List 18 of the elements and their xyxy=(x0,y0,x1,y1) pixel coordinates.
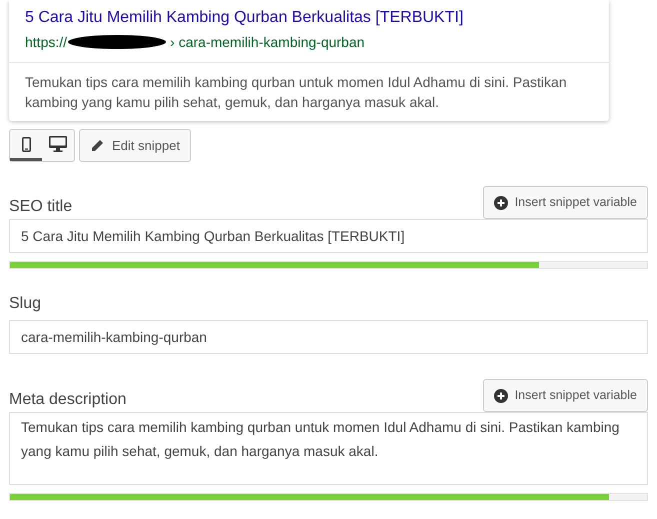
preview-url-path: › cara-memilih-kambing-qurban xyxy=(170,33,365,52)
field-label: Meta description xyxy=(9,390,126,410)
field-label: Slug xyxy=(9,294,42,314)
plus-circle-icon xyxy=(494,196,508,210)
text-field[interactable]: cara-memilih-kambing-qurban xyxy=(9,320,648,354)
field-label: SEO title xyxy=(9,197,72,217)
text-field[interactable]: 5 Cara Jitu Memilih Kambing Qurban Berkualitas [TERBUKTI] xyxy=(9,219,648,253)
smartphone-icon xyxy=(22,136,30,152)
insert-variable-button[interactable]: Insert snippet variable xyxy=(482,379,648,412)
plus-circle-icon xyxy=(494,388,508,402)
preview-title[interactable]: 5 Cara Jitu Memilih Kambing Qurban Berkualitas [TERBUKTI] xyxy=(25,8,593,28)
preview-description: Temukan tips cara memilih kambing qurban untuk momen Idul Adhamu di sini. Pastikan kambing yang kamu pilih sehat, gemuk, dan harganya masuk akal. xyxy=(24,73,568,112)
meta-description-field[interactable]: Temukan tips cara memilih kambing qurban untuk momen Idul Adhamu di sini. Pastikan kambing yang kamu pilih sehat, gemuk, dan harganya masuk akal. xyxy=(9,412,648,485)
insert-variable-button[interactable]: Insert snippet variable xyxy=(482,186,648,219)
monitor-icon xyxy=(49,136,67,152)
pencil-icon xyxy=(90,138,104,152)
preview-url-prefix: https:// xyxy=(25,33,68,52)
edit-snippet-button[interactable]: Edit snippet xyxy=(79,129,191,162)
